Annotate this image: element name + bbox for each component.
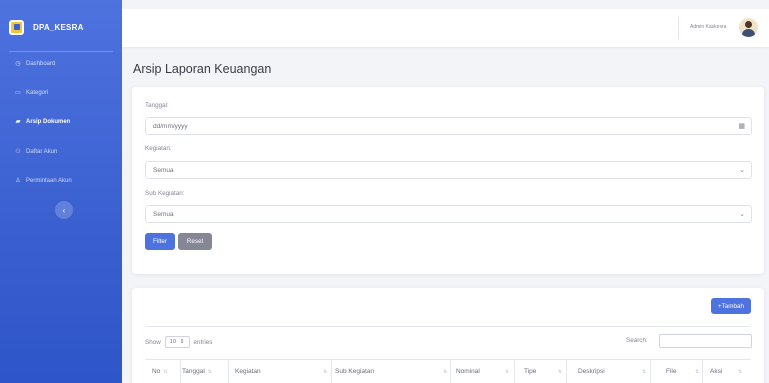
entries-value: 10	[169, 339, 176, 345]
chevron-down-icon: ⌄	[739, 167, 745, 174]
column-divider	[702, 360, 703, 383]
sort-icon: ⇅	[163, 369, 168, 375]
column-divider	[228, 360, 229, 383]
subkegiatan-label: Sub Kegiatan:	[145, 190, 185, 197]
avatar-body	[742, 29, 755, 37]
sort-icon: ⇅	[443, 369, 448, 375]
column-header-deskripsi[interactable]: Deskripsi	[578, 368, 605, 375]
column-divider	[450, 360, 451, 383]
page-title: Arsip Laporan Keuangan	[133, 62, 272, 76]
brand-logo-icon	[9, 19, 24, 35]
chevron-down-icon: ⌄	[739, 211, 745, 218]
column-divider	[331, 360, 332, 383]
sidebar-item-daftar-akun[interactable]: ⚇ Daftar Akun	[14, 148, 58, 156]
column-label: Tanggal	[182, 368, 205, 375]
sidebar-item-kategori[interactable]: ▭ Kategori	[14, 89, 49, 97]
sidebar: DPA_KESRA ◷ Dashboard ▭ Kategori ▰ Arsip…	[0, 0, 122, 383]
user-icon: ♙	[15, 178, 21, 184]
topbar: Admin Kaskesra	[122, 9, 769, 47]
sidebar-item-label: Permintaan Akun	[26, 177, 72, 184]
kegiatan-select[interactable]: Semua ⌄	[145, 161, 752, 179]
brand-name: DPA_KESRA	[33, 22, 84, 32]
table-card: +Tambah Show 10 ⇕ entries Search: No ⇅ Ta…	[132, 288, 764, 383]
column-label: File	[666, 368, 677, 375]
sidebar-item-label: Kategori	[26, 89, 49, 96]
column-header-file[interactable]: File	[666, 368, 676, 375]
sort-icon: ⇅	[642, 369, 647, 375]
column-label: Deskripsi	[578, 368, 605, 375]
column-divider	[180, 360, 181, 383]
sidebar-item-label: Arsip Dokumen	[26, 118, 71, 125]
users-icon: ⚇	[15, 149, 21, 155]
sidebar-item-label: Daftar Akun	[26, 148, 58, 155]
filter-card: Tanggal: dd/mm/yyyy ▦ Kegiatan: Semua ⌄ …	[132, 87, 764, 274]
sidebar-divider	[9, 51, 113, 52]
column-label: Aksi	[710, 368, 723, 375]
sort-icon: ⇅	[207, 369, 212, 375]
column-header-sub-kegiatan[interactable]: Sub Kegiatan	[335, 368, 374, 375]
chevron-left-icon: ‹	[62, 205, 66, 215]
column-label: No	[152, 368, 161, 375]
table-header-row: No ⇅ Tanggal ⇅ Kegiatan ⇅ Sub Kegiatan ⇅ N…	[145, 359, 751, 383]
column-divider	[566, 360, 567, 383]
sidebar-item-dashboard[interactable]: ◷ Dashboard	[14, 60, 56, 68]
add-button[interactable]: +Tambah	[711, 298, 751, 314]
sort-icon: ⇅	[558, 369, 563, 375]
reset-button[interactable]: Reset	[178, 233, 212, 250]
card-divider	[145, 326, 751, 327]
column-divider	[650, 360, 651, 383]
tanggal-label: Tanggal:	[145, 102, 169, 109]
column-header-aksi[interactable]: Aksi	[710, 368, 722, 375]
sidebar-toggle-button[interactable]: ‹	[55, 201, 73, 219]
sidebar-item-arsip-dokumen[interactable]: ▰ Arsip Dokumen	[14, 118, 71, 126]
column-header-kegiatan[interactable]: Kegiatan	[235, 368, 261, 375]
column-label: Sub Kegiatan	[335, 368, 375, 375]
tanggal-input[interactable]: dd/mm/yyyy ▦	[145, 117, 752, 135]
user-name[interactable]: Admin Kaskesra	[690, 24, 726, 30]
brand[interactable]: DPA_KESRA	[9, 9, 121, 45]
column-header-nominal[interactable]: Nominal	[456, 368, 480, 375]
sort-icon: ⇅	[505, 369, 510, 375]
filter-button[interactable]: Filter	[145, 233, 175, 250]
dashboard-icon: ◷	[15, 61, 21, 67]
sidebar-item-permintaan-akun[interactable]: ♙ Permintaan Akun	[14, 177, 72, 185]
show-suffix: entries	[193, 338, 213, 346]
column-header-tipe[interactable]: Tipe	[524, 368, 536, 375]
folder-icon: ▭	[15, 90, 21, 96]
search-label: Search:	[626, 337, 648, 344]
subkegiatan-value: Semua	[153, 210, 174, 218]
search-input[interactable]	[659, 334, 752, 348]
tanggal-placeholder: dd/mm/yyyy	[153, 122, 188, 130]
column-header-tanggal[interactable]: Tanggal ⇅	[182, 368, 212, 375]
column-label: Nominal	[456, 368, 480, 375]
column-divider	[514, 360, 515, 383]
sort-updown-icon: ⇕	[179, 339, 185, 345]
calendar-icon[interactable]: ▦	[738, 122, 745, 130]
avatar[interactable]	[739, 18, 758, 37]
kegiatan-label: Kegiatan:	[145, 145, 172, 152]
subkegiatan-select[interactable]: Semua ⌄	[145, 205, 752, 223]
avatar-head	[745, 21, 752, 28]
entries-select[interactable]: 10 ⇕	[164, 336, 190, 348]
show-entries: Show 10 ⇕ entries	[145, 336, 212, 348]
sort-icon: ⇅	[738, 369, 743, 375]
sort-icon: ⇅	[323, 369, 328, 375]
column-header-no[interactable]: No ⇅	[152, 368, 168, 375]
column-label: Tipe	[524, 368, 537, 375]
kegiatan-value: Semua	[153, 166, 174, 174]
column-label: Kegiatan	[235, 368, 261, 375]
sort-icon: ⇅	[695, 369, 700, 375]
sidebar-item-label: Dashboard	[26, 60, 56, 67]
topbar-divider	[678, 17, 679, 39]
show-prefix: Show	[145, 338, 161, 346]
folder-open-icon: ▰	[15, 119, 21, 125]
